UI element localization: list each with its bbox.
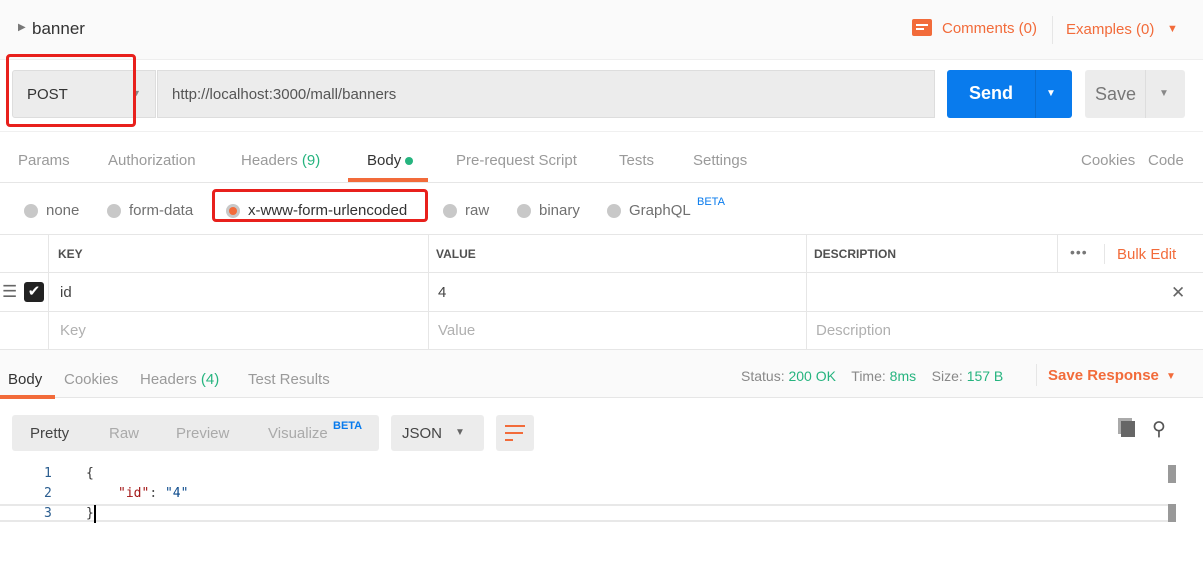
bulk-edit-link[interactable]: Bulk Edit xyxy=(1117,246,1176,263)
chevron-down-icon[interactable]: ▼ xyxy=(1046,88,1056,99)
send-label: Send xyxy=(969,83,1014,103)
radio-raw[interactable]: raw xyxy=(443,202,489,219)
status-label: Status: xyxy=(741,368,785,384)
response-tab-body[interactable]: Body xyxy=(8,371,42,388)
url-input[interactable] xyxy=(157,70,935,118)
tab-label: Headers xyxy=(241,152,298,169)
view-preview[interactable]: Preview xyxy=(176,425,229,442)
view-pretty[interactable]: Pretty xyxy=(30,425,69,442)
tab-body[interactable]: Body xyxy=(367,152,414,169)
format-value: JSON xyxy=(402,425,443,442)
comments-icon[interactable] xyxy=(912,19,932,36)
active-line-highlight xyxy=(0,504,1168,522)
more-options-icon[interactable]: ••• xyxy=(1070,244,1088,260)
param-value[interactable]: 4 xyxy=(438,284,446,301)
json-sep: : xyxy=(149,486,165,501)
tab-label: Body xyxy=(367,152,402,169)
copy-icon[interactable] xyxy=(1121,421,1135,437)
radio-form-data[interactable]: form-data xyxy=(107,202,193,219)
json-key: "id" xyxy=(118,486,150,501)
cookies-link[interactable]: Cookies xyxy=(1081,152,1135,169)
wrap-lines-button[interactable] xyxy=(496,415,534,451)
radio-binary[interactable]: binary xyxy=(517,202,580,219)
tab-authorization[interactable]: Authorization xyxy=(108,152,196,169)
view-raw[interactable]: Raw xyxy=(109,425,139,442)
param-key[interactable]: id xyxy=(60,284,72,301)
tab-label: Headers xyxy=(140,371,197,388)
save-button[interactable]: Save ▼ xyxy=(1085,70,1185,118)
text-cursor xyxy=(94,505,96,523)
chevron-down-icon[interactable]: ▼ xyxy=(1167,23,1178,35)
headers-count: (4) xyxy=(200,371,220,388)
key-placeholder[interactable]: Key xyxy=(60,322,86,339)
column-header-key: KEY xyxy=(58,247,83,261)
format-select[interactable]: JSON ▼ xyxy=(391,415,484,451)
drag-handle-icon[interactable]: ☰ xyxy=(2,282,17,302)
tab-headers[interactable]: Headers (9) xyxy=(241,152,320,169)
response-tab-cookies[interactable]: Cookies xyxy=(64,371,118,388)
status-dot-icon xyxy=(405,157,414,165)
radio-graphql[interactable]: GraphQL xyxy=(607,202,691,219)
send-button[interactable]: Send ▼ xyxy=(947,70,1072,118)
scrollbar[interactable] xyxy=(1168,504,1176,522)
line-number: 3 xyxy=(44,506,52,521)
tab-prerequest-script[interactable]: Pre-request Script xyxy=(456,152,577,169)
line-number: 1 xyxy=(44,466,52,481)
value-placeholder[interactable]: Value xyxy=(438,322,475,339)
save-label: Save xyxy=(1095,84,1137,104)
chevron-down-icon[interactable]: ▼ xyxy=(1166,371,1176,382)
search-icon[interactable]: ⚲ xyxy=(1152,418,1166,441)
code-link[interactable]: Code xyxy=(1148,152,1184,169)
annotation-box xyxy=(212,189,428,222)
status-value: 200 OK xyxy=(788,368,836,384)
tab-settings[interactable]: Settings xyxy=(693,152,747,169)
size-value: 157 B xyxy=(966,368,1004,384)
row-checkbox[interactable]: ✔ xyxy=(24,282,44,302)
scrollbar[interactable] xyxy=(1168,465,1176,483)
caret-right-icon[interactable]: ▶ xyxy=(18,22,26,33)
time-value: 8ms xyxy=(889,368,917,384)
description-placeholder[interactable]: Description xyxy=(816,322,891,339)
line-number: 2 xyxy=(44,486,52,501)
delete-row-icon[interactable]: ✕ xyxy=(1171,283,1185,303)
radio-label: binary xyxy=(539,202,580,219)
size-label: Size: xyxy=(931,368,963,384)
save-response-button[interactable]: Save Response xyxy=(1048,367,1159,384)
radio-label: raw xyxy=(465,202,490,219)
json-value: "4" xyxy=(164,486,189,501)
annotation-box xyxy=(6,54,136,127)
code-line: "id": "4" xyxy=(118,486,188,501)
radio-label: form-data xyxy=(129,202,194,219)
chevron-down-icon[interactable]: ▼ xyxy=(1159,88,1169,99)
radio-label: none xyxy=(46,202,80,219)
comments-link[interactable]: Comments (0) xyxy=(942,20,1037,37)
beta-badge: BETA xyxy=(697,196,725,208)
column-header-value: VALUE xyxy=(436,247,476,261)
column-header-description: DESCRIPTION xyxy=(814,247,897,261)
tab-params[interactable]: Params xyxy=(18,152,70,169)
radio-none[interactable]: none xyxy=(24,202,79,219)
headers-count: (9) xyxy=(301,152,321,169)
response-meta: Status: 200 OK Time: 8ms Size: 157 B xyxy=(741,368,1003,384)
examples-link[interactable]: Examples (0) xyxy=(1066,21,1154,38)
beta-badge: BETA xyxy=(333,420,363,432)
request-name[interactable]: banner xyxy=(32,19,85,39)
response-tab-headers[interactable]: Headers (4) xyxy=(140,371,219,388)
view-visualize[interactable]: Visualize xyxy=(268,425,328,442)
code-line: } xyxy=(86,506,94,521)
code-line: { xyxy=(86,466,94,481)
response-tab-test-results[interactable]: Test Results xyxy=(248,371,330,388)
time-label: Time: xyxy=(851,368,886,384)
chevron-down-icon: ▼ xyxy=(455,427,465,438)
active-tab-indicator xyxy=(0,395,55,399)
tab-tests[interactable]: Tests xyxy=(619,152,654,169)
radio-label: GraphQL xyxy=(629,202,691,219)
